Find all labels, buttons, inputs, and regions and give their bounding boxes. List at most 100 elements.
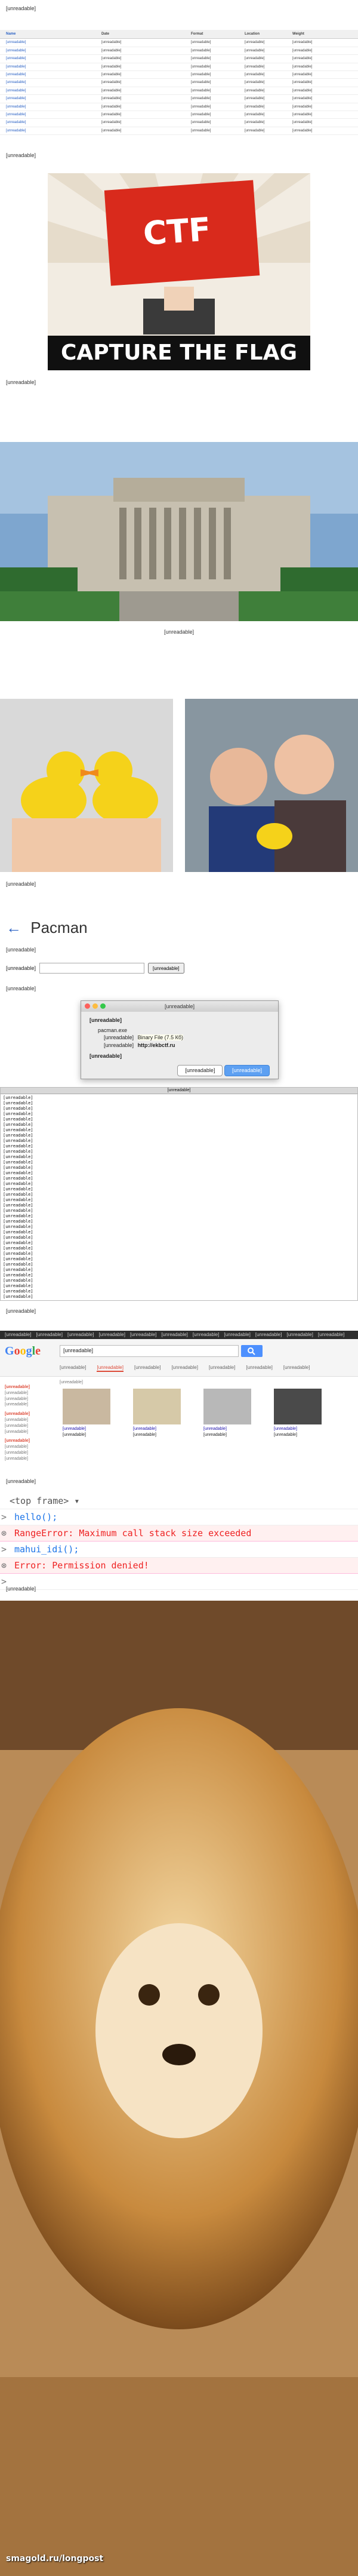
google-tab[interactable]: [unreadable]: [209, 1364, 235, 1372]
terminal-line: [unreadable]: [3, 1241, 33, 1245]
filter-item[interactable]: [unreadable]: [5, 1417, 58, 1423]
answer-input[interactable]: [39, 963, 145, 974]
event-link[interactable]: [unreadable]: [6, 65, 101, 69]
google-tab[interactable]: [unreadable]: [97, 1364, 124, 1373]
result-thumbnail[interactable]: [133, 1389, 181, 1424]
google-search-input[interactable]: [unreadable]: [60, 1345, 239, 1357]
save-file-button[interactable]: [unreadable]: [224, 1064, 270, 1076]
event-link[interactable]: [unreadable]: [6, 72, 101, 77]
event-link[interactable]: [unreadable]: [6, 128, 101, 133]
dialog-question: [unreadable]: [90, 1017, 122, 1023]
image-result[interactable]: [unreadable] [unreadable]: [203, 1389, 269, 1438]
google-topbar-link[interactable]: [unreadable]: [318, 1331, 344, 1339]
result-site[interactable]: [unreadable]: [63, 1426, 128, 1432]
filter-item[interactable]: [unreadable]: [5, 1456, 58, 1462]
cancel-button[interactable]: [unreadable]: [177, 1064, 223, 1076]
event-link[interactable]: [unreadable]: [6, 40, 101, 45]
event-link[interactable]: [unreadable]: [6, 88, 101, 93]
dialog-body: [unreadable] pacman.exe [unreadable] Bin…: [81, 1012, 278, 1081]
back-arrow-icon[interactable]: ←: [6, 919, 21, 937]
poster-flag-text: CTF: [141, 210, 212, 253]
google-topbar-link[interactable]: [unreadable]: [5, 1331, 31, 1339]
table-cell: [unreadable]: [292, 65, 313, 69]
event-link[interactable]: [unreadable]: [6, 56, 101, 61]
filter-item[interactable]: [unreadable]: [5, 1390, 58, 1396]
result-thumbnail[interactable]: [63, 1389, 110, 1424]
event-link[interactable]: [unreadable]: [6, 105, 101, 109]
table-cell: [unreadable]: [101, 72, 122, 76]
table-cell: [unreadable]: [245, 97, 265, 101]
dialog-from-row: [unreadable] http://ekbctf.ru: [104, 1042, 270, 1049]
filter-heading[interactable]: [unreadable]: [5, 1384, 58, 1390]
google-topbar-link[interactable]: [unreadable]: [193, 1331, 219, 1339]
image-result[interactable]: [unreadable] [unreadable]: [274, 1389, 340, 1438]
terminal-line: [unreadable]: [3, 1101, 33, 1106]
result-site[interactable]: [unreadable]: [203, 1426, 269, 1432]
schedule-table: Name Date Format Location Weight [unread…: [0, 30, 358, 136]
console-error: ⊗ Error: Permission denied!: [0, 1558, 358, 1574]
google-tab[interactable]: [unreadable]: [246, 1364, 272, 1372]
google-topbar-link[interactable]: [unreadable]: [67, 1331, 94, 1339]
table-row: [unreadable] [unreadable] [unreadable] [unr…: [0, 87, 358, 96]
terminal-line: [unreadable]: [3, 1106, 33, 1111]
terminal-line: [unreadable]: [3, 1155, 33, 1159]
table-cell: [unreadable]: [101, 57, 122, 61]
table-cell: [unreadable]: [191, 88, 211, 93]
prompt-chevron-icon: >: [1, 1544, 7, 1555]
terminal-title: [unreadable]: [1, 1088, 357, 1094]
terminal-line: [unreadable]: [3, 1138, 33, 1143]
google-tab[interactable]: [unreadable]: [134, 1364, 161, 1372]
terminal-line: [unreadable]: [3, 1289, 33, 1294]
google-tab[interactable]: [unreadable]: [171, 1364, 197, 1372]
zoom-icon[interactable]: [100, 1003, 106, 1009]
filter-item[interactable]: [unreadable]: [5, 1402, 58, 1408]
filter-heading[interactable]: [unreadable]: [5, 1438, 58, 1444]
event-link[interactable]: [unreadable]: [6, 96, 101, 101]
terminal-line: [unreadable]: [3, 1122, 33, 1127]
google-topbar-link[interactable]: [unreadable]: [130, 1331, 156, 1339]
filter-item[interactable]: [unreadable]: [5, 1429, 58, 1435]
filter-item[interactable]: [unreadable]: [5, 1396, 58, 1402]
terminal-output: [unreadable] [unreadable] [unreadable] [unr…: [1, 1094, 357, 1301]
filter-item[interactable]: [unreadable]: [5, 1423, 58, 1429]
google-topbar-link[interactable]: [unreadable]: [98, 1331, 125, 1339]
result-site[interactable]: [unreadable]: [133, 1426, 199, 1432]
terminal-line: [unreadable]: [3, 1278, 33, 1283]
terminal-line: [unreadable]: [3, 1181, 33, 1186]
filter-heading[interactable]: [unreadable]: [5, 1411, 58, 1417]
result-site[interactable]: [unreadable]: [274, 1426, 340, 1432]
event-link[interactable]: [unreadable]: [6, 48, 101, 53]
google-topbar-link[interactable]: [unreadable]: [224, 1331, 250, 1339]
table-cell: [unreadable]: [245, 72, 265, 76]
google-search-button[interactable]: [241, 1345, 263, 1357]
submit-button[interactable]: [unreadable]: [148, 963, 184, 974]
result-thumbnail[interactable]: [274, 1389, 322, 1424]
closing-image: smagold.ru/longpost: [0, 1601, 358, 2576]
console-text: hello();: [14, 1512, 58, 1522]
event-link[interactable]: [unreadable]: [6, 112, 101, 117]
console-error: ⊗ RangeError: Maximum call stack size exc…: [0, 1525, 358, 1542]
result-caption: [unreadable]: [63, 1432, 86, 1437]
table-cell: [unreadable]: [101, 81, 122, 85]
image-result[interactable]: [unreadable] [unreadable]: [133, 1389, 199, 1438]
google-tab[interactable]: [unreadable]: [60, 1364, 86, 1372]
table-cell: [unreadable]: [191, 121, 211, 125]
google-topbar-link[interactable]: [unreadable]: [255, 1331, 282, 1339]
pacman-instruction: [unreadable]: [6, 947, 36, 953]
table-cell: [unreadable]: [292, 41, 313, 45]
close-icon[interactable]: [85, 1003, 90, 1009]
google-topbar-link[interactable]: [unreadable]: [36, 1331, 62, 1339]
result-thumbnail[interactable]: [203, 1389, 251, 1424]
minimize-icon[interactable]: [92, 1003, 98, 1009]
frame-selector[interactable]: <top frame> ▾: [0, 1493, 358, 1509]
event-link[interactable]: [unreadable]: [6, 120, 101, 125]
google-tab[interactable]: [unreadable]: [283, 1364, 310, 1372]
filter-item[interactable]: [unreadable]: [5, 1450, 58, 1456]
google-topbar-link[interactable]: [unreadable]: [286, 1331, 313, 1339]
terminal-line: [unreadable]: [3, 1214, 33, 1218]
filter-item[interactable]: [unreadable]: [5, 1444, 58, 1450]
terminal-line: [unreadable]: [3, 1267, 33, 1272]
event-link[interactable]: [unreadable]: [6, 80, 101, 85]
google-topbar-link[interactable]: [unreadable]: [161, 1331, 187, 1339]
image-result[interactable]: [unreadable] [unreadable]: [63, 1389, 128, 1438]
